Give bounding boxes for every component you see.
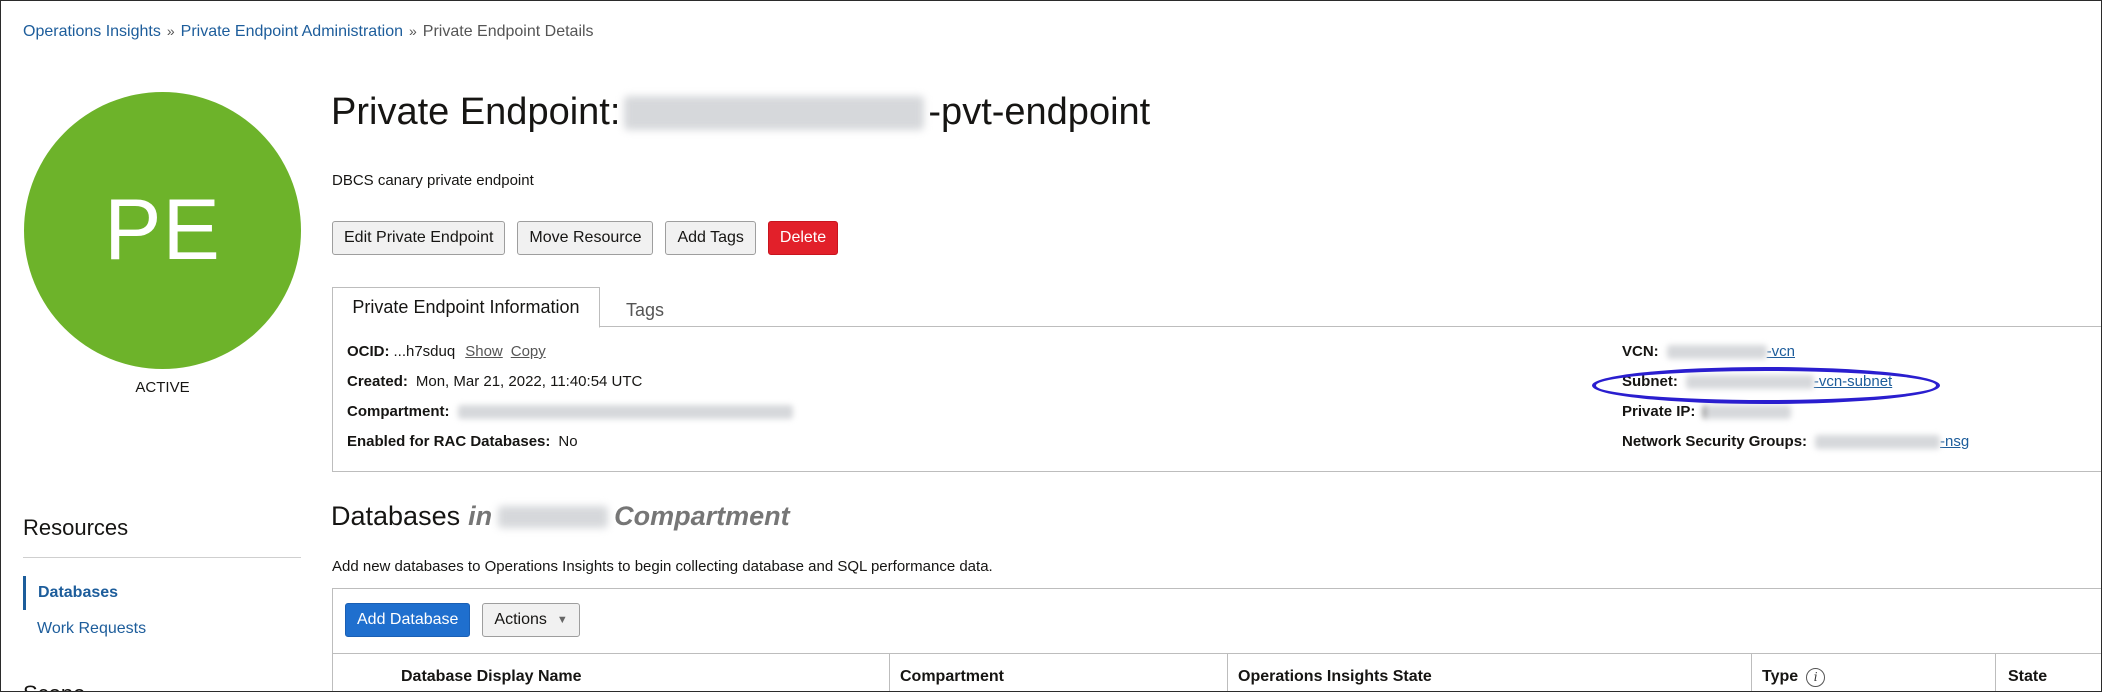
title-suffix: -pvt-endpoint (928, 91, 1151, 133)
breadcrumb-private-endpoint-admin[interactable]: Private Endpoint Administration (181, 23, 403, 40)
redacted-nsg-name (1815, 435, 1941, 450)
page-title: Private Endpoint: -pvt-endpoint (331, 91, 1150, 134)
actions-dropdown-button[interactable]: Actions ▼ (482, 603, 580, 637)
column-label: Database Display Name (401, 668, 582, 685)
column-state[interactable]: State (1996, 654, 2101, 691)
vcn-suffix: -vcn (1766, 343, 1796, 360)
ocid-copy-link[interactable]: Copy (511, 343, 546, 360)
breadcrumb-operations-insights[interactable]: Operations Insights (23, 23, 161, 40)
ocid-row: OCID: ...h7sduq Show Copy (347, 343, 546, 360)
nav-item-databases[interactable]: Databases (23, 576, 118, 610)
vcn-label: VCN: (1622, 343, 1659, 360)
column-label: Operations Insights State (1238, 668, 1432, 685)
nsg-link[interactable]: -nsg (1815, 433, 1969, 450)
rac-value: No (558, 433, 578, 450)
rac-label: Enabled for RAC Databases: (347, 433, 551, 450)
databases-heading: Databases in Compartment (331, 501, 790, 532)
tab-tags[interactable]: Tags (620, 293, 670, 327)
tab-private-endpoint-information[interactable]: Private Endpoint Information (332, 287, 600, 328)
add-tags-button[interactable]: Add Tags (665, 221, 756, 255)
column-compartment[interactable]: Compartment (890, 654, 1228, 691)
resources-heading: Resources (23, 515, 129, 540)
breadcrumb-current: Private Endpoint Details (422, 23, 594, 40)
ocid-label: OCID: (347, 343, 390, 360)
title-prefix: Private Endpoint: (331, 91, 621, 133)
compartment-row: Compartment: (347, 403, 793, 420)
created-row: Created: Mon, Mar 21, 2022, 11:40:54 UTC (347, 373, 642, 390)
redacted-compartment-name (498, 505, 609, 528)
edit-private-endpoint-button[interactable]: Edit Private Endpoint (332, 221, 506, 255)
column-label: Compartment (900, 668, 1005, 685)
status-label: ACTIVE (135, 379, 190, 396)
rac-row: Enabled for RAC Databases: No (347, 433, 578, 450)
table-header: Database Display Name Compartment Operat… (333, 653, 2101, 691)
nsg-label: Network Security Groups: (1622, 433, 1808, 450)
vcn-link[interactable]: -vcn (1666, 343, 1796, 360)
breadcrumb-separator: » (166, 23, 175, 39)
actions-label: Actions (494, 611, 547, 628)
redacted-compartment (457, 404, 793, 419)
private-ip-label: Private IP: (1622, 403, 1696, 420)
compartment-label: Compartment: (347, 403, 450, 420)
ocid-show-link[interactable]: Show (465, 343, 503, 360)
delete-button[interactable]: Delete (767, 221, 839, 255)
add-database-button[interactable]: Add Database (345, 603, 471, 637)
resource-badge: PE (24, 92, 301, 369)
ocid-value: ...h7sduq (393, 343, 456, 360)
caret-down-icon: ▼ (556, 614, 568, 626)
created-label: Created: (347, 373, 408, 390)
databases-description: Add new databases to Operations Insights… (332, 558, 993, 575)
private-ip-row: Private IP: (1622, 403, 1792, 420)
action-bar: Edit Private Endpoint Move Resource Add … (332, 221, 839, 255)
info-icon[interactable]: i (1806, 667, 1826, 687)
resources-divider (23, 557, 301, 558)
databases-compartment-word: Compartment (614, 501, 790, 531)
nsg-row: Network Security Groups: -nsg (1622, 433, 1969, 450)
column-operations-insights-state[interactable]: Operations Insights State (1228, 654, 1752, 691)
page-frame: Operations Insights » Private Endpoint Adm… (0, 0, 2102, 692)
column-type[interactable]: Type i (1752, 654, 1996, 691)
databases-in-word: in (468, 501, 493, 531)
breadcrumb-separator: » (409, 23, 417, 39)
detail-tabs: Private Endpoint Information Tags (332, 287, 2101, 328)
move-resource-button[interactable]: Move Resource (517, 221, 654, 255)
scope-heading: Scope (23, 681, 85, 691)
redacted-endpoint-name (624, 95, 925, 130)
breadcrumb: Operations Insights » Private Endpoint Adm… (23, 23, 594, 41)
subnet-highlight-annotation (1592, 367, 1940, 404)
redacted-vcn-name (1666, 345, 1767, 360)
nsg-suffix: -nsg (1940, 433, 1970, 450)
redacted-private-ip (1703, 404, 1792, 419)
column-database-display-name[interactable]: Database Display Name (333, 654, 890, 691)
column-label: Type (1762, 668, 1799, 685)
databases-table: Add Database Actions ▼ Database Display … (332, 588, 2101, 691)
endpoint-description: DBCS canary private endpoint (332, 172, 534, 189)
vcn-row: VCN: -vcn (1622, 343, 1795, 360)
databases-title: Databases (331, 501, 461, 531)
badge-initials: PE (104, 182, 221, 278)
column-label: State (2008, 668, 2048, 685)
nav-item-work-requests[interactable]: Work Requests (37, 620, 146, 638)
created-value: Mon, Mar 21, 2022, 11:40:54 UTC (415, 373, 643, 390)
databases-toolbar: Add Database Actions ▼ (345, 603, 580, 637)
